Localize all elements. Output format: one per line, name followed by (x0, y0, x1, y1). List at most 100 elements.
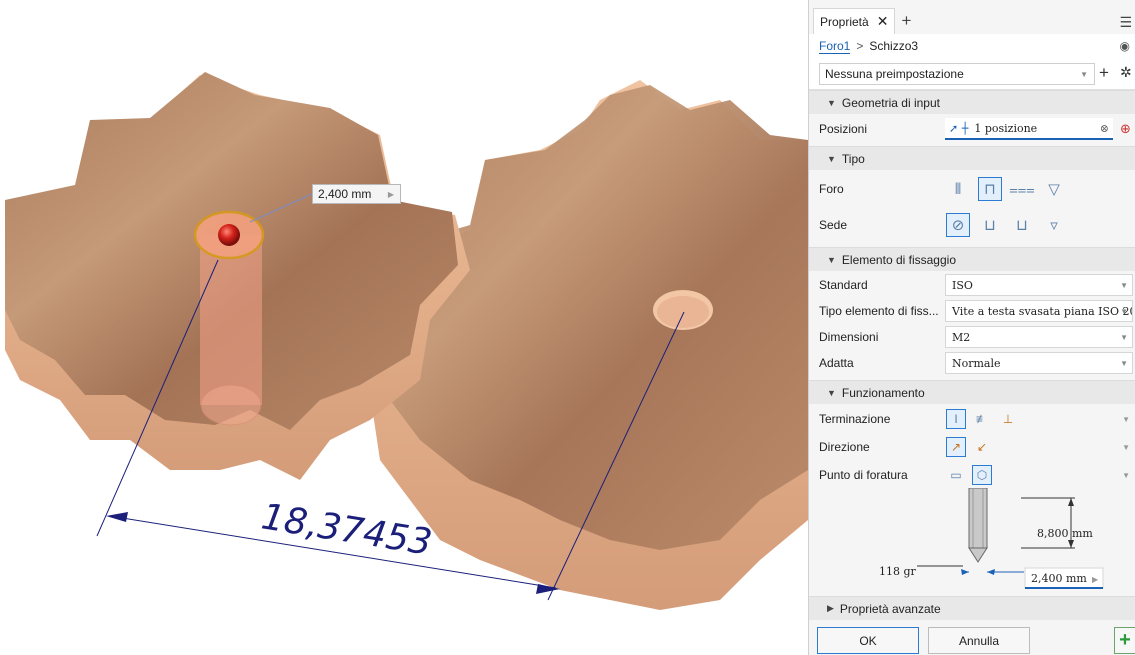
chevron-down-icon[interactable]: ▼ (1122, 443, 1130, 452)
collapse-triangle-icon: ▼ (827, 254, 836, 265)
section-behavior[interactable]: ▼ Funzionamento (809, 380, 1135, 404)
hole-diagram-graphic: 8,800 mm 118 gr 2,400 mm ▶ (879, 487, 1104, 589)
distance-termination-icon[interactable]: I (946, 409, 966, 429)
spotface-icon[interactable]: ⊔ (1010, 213, 1034, 237)
play-arrow-icon[interactable]: ▶ (388, 190, 394, 199)
drill-point-label: Punto di foratura (819, 468, 908, 482)
section-fastener[interactable]: ▼ Elemento di fissaggio (809, 247, 1135, 271)
seat-type-label: Sede (819, 218, 848, 232)
clear-icon[interactable]: ⊗ (1100, 122, 1109, 135)
expand-triangle-icon: ▶ (827, 603, 834, 613)
linear-dimension-value[interactable]: 18,37453 (259, 496, 435, 563)
menu-icon[interactable]: ☰ (1119, 14, 1132, 31)
size-dropdown[interactable]: M2 ▼ (945, 326, 1133, 348)
drill-point-row: Punto di foratura ▭ ⬡ ▼ (809, 462, 1135, 488)
to-face-icon[interactable]: ⊥ (998, 409, 1018, 429)
fit-label: Adatta (819, 356, 854, 370)
section-behavior-label: Funzionamento (841, 385, 925, 400)
fastener-type-dropdown[interactable]: Vite a testa svasata piana ISO 200 ▼ (945, 300, 1133, 322)
hole-diameter-input[interactable]: 2,400 mm ▶ (312, 184, 401, 204)
flip-direction-icon[interactable]: ↙ (972, 437, 992, 457)
positions-value: 1 posizione (974, 121, 1038, 135)
add-position-icon[interactable]: ⊕ (1120, 121, 1131, 137)
section-input-geometry[interactable]: ▼ Geometria di input (809, 90, 1135, 114)
seat-type-row: Sede ⊘ ⊔ ⊔ ▿ (809, 210, 1135, 240)
hole-type-label: Foro (819, 182, 844, 196)
positions-row: Posizioni ➚ ┼ 1 posizione ⊗ ⊕ (809, 116, 1135, 142)
standard-row: Standard ISO ▼ (809, 272, 1135, 298)
cancel-button[interactable]: Annulla (928, 627, 1030, 654)
fit-value: Normale (952, 356, 1001, 370)
flat-drill-point-icon[interactable]: ▭ (946, 465, 966, 485)
termination-row: Terminazione I ≢ ⊥ ▼ (809, 406, 1135, 432)
chevron-down-icon: ▼ (1120, 332, 1128, 342)
preset-dropdown[interactable]: Nessuna preimpostazione ▼ (819, 63, 1095, 85)
fastener-type-label: Tipo elemento di fiss... (819, 304, 939, 318)
tab-properties[interactable]: Proprietà ✕ (813, 8, 896, 34)
panel-footer: OK Annulla + (809, 620, 1135, 655)
section-advanced-label: Proprietà avanzate (839, 601, 941, 616)
fastener-type-row: Tipo elemento di fiss... Vite a testa sv… (809, 298, 1135, 324)
collapse-triangle-icon: ▼ (827, 387, 836, 398)
add-preset-icon[interactable]: + (1099, 63, 1109, 83)
through-all-icon[interactable]: ≢ (972, 409, 992, 429)
termination-label: Terminazione (819, 412, 891, 426)
gear-icon[interactable]: ✲ (1120, 64, 1132, 81)
close-icon[interactable]: ✕ (877, 13, 889, 30)
hole-diagram: 8,800 mm 118 gr 2,400 mm ▶ (809, 487, 1135, 596)
property-panel: Proprietà ✕ + ☰ Foro1 > Schizzo3 ◉ Nessu… (808, 0, 1135, 655)
chevron-down-icon: ▼ (1120, 358, 1128, 368)
fastener-type-value: Vite a testa svasata piana ISO 200 (952, 304, 1133, 318)
collapse-triangle-icon: ▼ (827, 153, 836, 164)
countersink-icon[interactable]: ▿ (1042, 213, 1066, 237)
tapped-hole-icon[interactable]: ⩶ (1009, 177, 1035, 201)
preset-bar: Nessuna preimpostazione ▼ + ✲ (809, 58, 1135, 90)
size-label: Dimensioni (819, 330, 879, 344)
positions-label: Posizioni (819, 122, 868, 136)
breadcrumb-sketch[interactable]: Schizzo3 (869, 39, 918, 53)
chevron-down-icon: ▼ (1080, 69, 1088, 79)
diagram-angle-value[interactable]: 118 gr (879, 565, 917, 578)
simple-hole-icon[interactable]: ⫴ (946, 177, 970, 201)
chevron-right-icon: > (856, 39, 864, 53)
cursor-crosshair-icon: ➚ ┼ (949, 121, 969, 135)
hole-diameter-value: 2,400 mm (318, 187, 372, 201)
fit-row: Adatta Normale ▼ (809, 350, 1135, 376)
taper-tapped-hole-icon[interactable]: ▽ (1042, 177, 1066, 201)
direction-label: Direzione (819, 440, 870, 454)
standard-value: ISO (952, 278, 973, 292)
diagram-depth-value[interactable]: 8,800 mm (1037, 527, 1093, 540)
breadcrumb-feature[interactable]: Foro1 (819, 39, 851, 54)
clearance-hole-icon[interactable]: ⊓ (978, 177, 1002, 201)
direction-row: Direzione ↗ ↙ ▼ (809, 434, 1135, 460)
diagram-diameter-value[interactable]: 2,400 mm (1031, 572, 1087, 585)
default-direction-icon[interactable]: ↗ (946, 437, 966, 457)
model-canvas[interactable]: 18,37453 (0, 0, 808, 655)
breadcrumb: Foro1 > Schizzo3 ◉ (809, 34, 1135, 58)
tab-properties-label: Proprietà (820, 14, 869, 29)
standard-label: Standard (819, 278, 868, 292)
3d-viewport[interactable]: 18,37453 2,400 mm ▶ (0, 0, 808, 655)
section-fastener-label: Elemento di fissaggio (841, 252, 956, 267)
section-type-label: Tipo (841, 151, 865, 166)
chevron-down-icon[interactable]: ▼ (1122, 415, 1130, 424)
angled-drill-point-icon[interactable]: ⬡ (972, 465, 992, 485)
chevron-down-icon: ▼ (1120, 280, 1128, 290)
panel-tabbar: Proprietà ✕ + ☰ (809, 8, 1135, 34)
chevron-down-icon[interactable]: ▼ (1122, 471, 1130, 480)
eye-icon[interactable]: ◉ (1120, 39, 1130, 53)
no-seat-icon[interactable]: ⊘ (946, 213, 970, 237)
section-advanced[interactable]: ▶ Proprietà avanzate (809, 596, 1135, 620)
hole-type-row: Foro ⫴ ⊓ ⩶ ▽ (809, 174, 1135, 204)
play-arrow-icon[interactable]: ▶ (1092, 575, 1099, 584)
standard-dropdown[interactable]: ISO ▼ (945, 274, 1133, 296)
apply-plus-icon[interactable]: + (1114, 627, 1135, 654)
fit-dropdown[interactable]: Normale ▼ (945, 352, 1133, 374)
add-tab-icon[interactable]: + (901, 11, 911, 31)
ok-button[interactable]: OK (817, 627, 919, 654)
section-type[interactable]: ▼ Tipo (809, 146, 1135, 170)
collapse-triangle-icon: ▼ (827, 97, 836, 108)
size-row: Dimensioni M2 ▼ (809, 324, 1135, 350)
positions-selector[interactable]: ➚ ┼ 1 posizione ⊗ (945, 118, 1113, 140)
counterbore-icon[interactable]: ⊔ (978, 213, 1002, 237)
